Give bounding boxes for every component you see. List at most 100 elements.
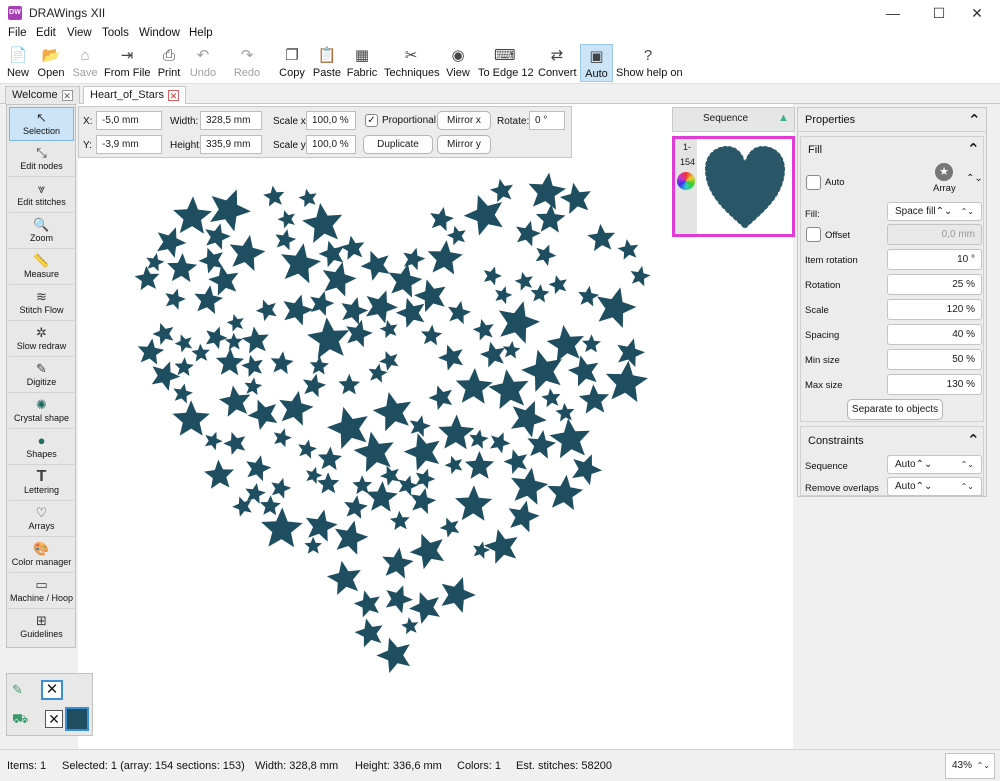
menu-view[interactable]: View	[67, 27, 92, 39]
star-shape	[508, 500, 540, 533]
scale-y-field[interactable]: 100,0 %	[306, 135, 356, 154]
tool-zoom[interactable]: 🔍 Zoom	[9, 215, 74, 249]
close-button[interactable]: ✕	[954, 0, 1000, 26]
save-button[interactable]: ⌂ Save	[72, 44, 98, 82]
sequence-select[interactable]: Auto ⌃⌄	[887, 455, 982, 474]
digitize-icon: ✎	[36, 361, 47, 376]
tab-heart-of-stars[interactable]: Heart_of_Stars ✕	[83, 86, 186, 104]
array-stepper-icon[interactable]: ⌃⌄	[966, 173, 983, 184]
remove-overlaps-select[interactable]: Auto ⌃⌄	[887, 477, 982, 496]
outline-pen-icon[interactable]: ✎	[12, 682, 34, 698]
show-help-button[interactable]: ? Show help on	[616, 44, 683, 82]
tool-slow-redraw[interactable]: ✲ Slow redraw	[9, 323, 74, 357]
rotate-field[interactable]: 0 °	[529, 111, 565, 130]
tool-crystal-shape[interactable]: ✺ Crystal shape	[9, 395, 74, 429]
auto-icon: ▣	[589, 48, 604, 65]
star-shape	[223, 432, 246, 455]
sequence-header[interactable]: Sequence ▲	[672, 107, 795, 132]
tool-selection[interactable]: ↖ Selection	[9, 107, 74, 141]
status-items: Items: 1	[7, 760, 47, 772]
menu-file[interactable]: File	[8, 27, 27, 39]
max-size-field[interactable]: 130 %	[887, 374, 982, 395]
properties-header[interactable]: Properties ⌃	[798, 108, 986, 132]
item-rotation-field[interactable]: 10 °	[887, 249, 982, 270]
new-button[interactable]: 📄 New	[4, 44, 32, 82]
menu-window[interactable]: Window	[139, 27, 180, 39]
tool-digitize[interactable]: ✎ Digitize	[9, 359, 74, 393]
scale-field[interactable]: 120 %	[887, 299, 982, 320]
proportional-checkbox[interactable]: ✓	[365, 114, 378, 127]
offset-checkbox[interactable]	[806, 227, 821, 242]
fabric-button[interactable]: ▦ Fabric	[346, 44, 378, 82]
y-field[interactable]: -3,9 mm	[96, 135, 162, 154]
copy-button[interactable]: ❐ Copy	[278, 44, 306, 82]
duplicate-button[interactable]: Duplicate	[363, 135, 433, 154]
mirror-x-button[interactable]: Mirror x	[437, 111, 491, 130]
star-shape	[283, 294, 314, 326]
scale-x-field[interactable]: 100,0 %	[306, 111, 356, 130]
collapse-icon[interactable]: ⌃	[967, 431, 980, 449]
tool-guidelines[interactable]: ⊞ Guidelines	[9, 611, 74, 645]
tool-shapes[interactable]: ● Shapes	[9, 431, 74, 465]
collapse-icon[interactable]: ⌃	[968, 111, 981, 129]
star-shape	[516, 220, 541, 247]
tool-lettering[interactable]: T Lettering	[9, 467, 74, 501]
collapse-icon[interactable]: ⌃	[967, 140, 980, 158]
star-shape	[173, 383, 193, 404]
min-size-field[interactable]: 50 %	[887, 349, 982, 370]
tool-stitch-flow[interactable]: ≋ Stitch Flow	[9, 287, 74, 321]
zoom-select[interactable]: 43% ⌃⌄	[945, 753, 995, 779]
width-field[interactable]: 328,5 mm	[200, 111, 262, 130]
menu-help[interactable]: Help	[189, 27, 213, 39]
star-shape	[307, 317, 350, 359]
close-icon[interactable]: ✕	[167, 89, 179, 101]
menu-edit[interactable]: Edit	[36, 27, 56, 39]
no-fill-color-swatch[interactable]: ✕	[45, 710, 63, 728]
close-icon[interactable]: ✕	[61, 89, 73, 101]
fill-color-swatch[interactable]	[65, 707, 89, 731]
fill-type-select[interactable]: Space fill ⌃⌄	[887, 202, 982, 221]
rotation-field[interactable]: 25 %	[887, 274, 982, 295]
spacing-field[interactable]: 40 %	[887, 324, 982, 345]
open-button[interactable]: 📂 Open	[36, 44, 66, 82]
convert-icon: ⇄	[550, 47, 564, 64]
slow-redraw-icon: ✲	[36, 325, 47, 340]
view-button[interactable]: ◉ View	[444, 44, 472, 82]
undo-button[interactable]: ↶ Undo	[188, 44, 218, 82]
convert-button[interactable]: ⇄ Convert	[538, 44, 577, 82]
star-shape	[263, 185, 285, 207]
auto-fill-checkbox[interactable]	[806, 175, 821, 190]
star-shape	[157, 227, 187, 258]
no-outline-color-swatch[interactable]: ✕	[41, 680, 63, 700]
menu-tools[interactable]: Tools	[102, 27, 129, 39]
sequence-item[interactable]: 1- 154	[672, 136, 795, 237]
height-field[interactable]: 335,9 mm	[200, 135, 262, 154]
collapse-icon[interactable]: ▲	[778, 112, 789, 124]
tool-measure[interactable]: 📏 Measure	[9, 251, 74, 285]
separate-to-objects-button[interactable]: Separate to objects	[847, 399, 943, 420]
print-button[interactable]: ⎙ Print	[156, 44, 182, 82]
color-wheel-icon[interactable]	[677, 172, 695, 190]
redo-button[interactable]: ↷ Redo	[232, 44, 262, 82]
tool-color-manager[interactable]: 🎨 Color manager	[9, 539, 74, 573]
tool-edit-nodes[interactable]: ⤡ Edit nodes	[9, 143, 74, 177]
tab-welcome[interactable]: Welcome ✕	[5, 86, 80, 104]
tool-machine-hoop[interactable]: ▭ Machine / Hoop	[9, 575, 74, 609]
paste-button[interactable]: 📋 Paste	[312, 44, 342, 82]
fill-bucket-icon[interactable]: ⛟	[12, 711, 34, 727]
tool-arrays[interactable]: ♡ Arrays	[9, 503, 74, 537]
x-field[interactable]: -5,0 mm	[96, 111, 162, 130]
techniques-button[interactable]: ✂ Techniques	[384, 44, 440, 82]
offset-field[interactable]: 0,0 mm	[887, 224, 982, 245]
tool-edit-stitches[interactable]: ⩔ Edit stitches	[9, 179, 74, 213]
to-edge-button[interactable]: ⌨ To Edge 12	[478, 44, 534, 82]
minimize-button[interactable]: —	[870, 0, 916, 26]
techniques-icon: ✂	[404, 47, 418, 64]
menu-bar: File Edit View Tools Window Help	[0, 26, 1000, 44]
star-shape	[535, 244, 557, 266]
auto-button[interactable]: ▣ Auto	[580, 44, 613, 82]
from-file-button[interactable]: ⇥ From File	[104, 44, 150, 82]
star-shape	[528, 172, 566, 210]
mirror-y-button[interactable]: Mirror y	[437, 135, 491, 154]
array-icon[interactable]: ★	[935, 163, 953, 181]
